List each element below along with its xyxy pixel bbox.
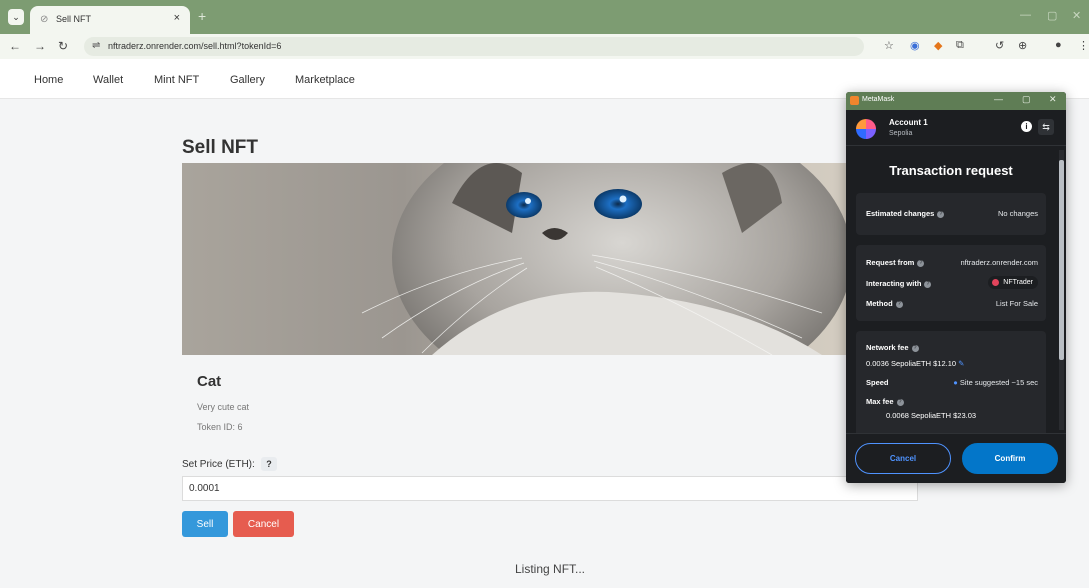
new-tab-icon[interactable]: + bbox=[198, 8, 206, 24]
estimated-changes-box: Estimated changes? No changes bbox=[856, 193, 1046, 235]
account-name: Account 1 bbox=[889, 118, 928, 127]
speed-label: Speed bbox=[866, 378, 889, 387]
nav-gallery[interactable]: Gallery bbox=[230, 74, 265, 86]
globe-icon: ● bbox=[953, 378, 958, 387]
history-icon[interactable]: ↺ bbox=[995, 39, 1004, 52]
settings-toggle-icon[interactable]: ⇆ bbox=[1038, 119, 1054, 135]
nav-home[interactable]: Home bbox=[34, 74, 63, 86]
tab-title: Sell NFT bbox=[56, 14, 92, 24]
fee-details-box: Network fee? 0.0036 SepoliaETH $12.10 ✎ … bbox=[856, 331, 1046, 433]
metamask-cancel-button[interactable]: Cancel bbox=[855, 443, 951, 474]
speed-value: ● Site suggested ~15 sec bbox=[953, 378, 1038, 387]
browser-menu-icon[interactable]: ⋮ bbox=[1078, 39, 1089, 52]
close-window-icon[interactable]: ✕ bbox=[1072, 9, 1081, 22]
nft-token-id: Token ID: 6 bbox=[197, 422, 243, 432]
help-icon[interactable]: ? bbox=[917, 259, 925, 267]
profile-avatar-icon[interactable]: ● bbox=[1055, 39, 1062, 51]
interacting-with-label: Interacting with? bbox=[866, 279, 932, 288]
metamask-fox-icon bbox=[850, 96, 859, 105]
nav-marketplace[interactable]: Marketplace bbox=[295, 74, 355, 86]
help-icon[interactable]: ? bbox=[924, 280, 932, 288]
extensions-icon[interactable]: ⧉ bbox=[956, 39, 964, 52]
address-bar[interactable]: ⇌ nftraderz.onrender.com/sell.html?token… bbox=[84, 37, 864, 56]
metamask-account-header: Account 1 Sepolia i ⇆ bbox=[846, 110, 1066, 146]
forward-icon[interactable]: → bbox=[34, 39, 46, 53]
estimated-changes-value: No changes bbox=[997, 209, 1038, 218]
request-details-box: Request from? nftraderz.onrender.com Int… bbox=[856, 245, 1046, 321]
nft-description: Very cute cat bbox=[197, 402, 250, 412]
help-icon[interactable]: ? bbox=[911, 344, 919, 352]
browser-toolbar: ← → ↻ ⇌ nftraderz.onrender.com/sell.html… bbox=[0, 34, 1089, 59]
nft-image bbox=[182, 163, 918, 355]
mm-minimize-icon[interactable]: — bbox=[994, 94, 1003, 104]
tab-close-icon[interactable]: × bbox=[174, 12, 180, 24]
read-aloud-icon[interactable]: ◉ bbox=[910, 39, 920, 52]
help-icon[interactable]: ? bbox=[896, 398, 904, 406]
bookmark-star-icon[interactable]: ☆ bbox=[884, 39, 894, 52]
downloads-icon[interactable]: ⊕ bbox=[1018, 39, 1027, 52]
metamask-confirm-button[interactable]: Confirm bbox=[962, 443, 1058, 474]
metamask-popup: MetaMask — ▢ ✕ Account 1 Sepolia i ⇆ Tra… bbox=[846, 92, 1066, 483]
url-text: nftraderz.onrender.com/sell.html?tokenId… bbox=[108, 41, 282, 51]
tab-search-icon[interactable]: ⌄ bbox=[8, 9, 24, 25]
mm-close-icon[interactable]: ✕ bbox=[1049, 94, 1057, 105]
max-fee-value: 0.0068 SepoliaETH $23.03 bbox=[886, 411, 977, 420]
method-value: List For Sale bbox=[995, 299, 1038, 308]
transaction-heading: Transaction request bbox=[889, 163, 1013, 178]
minimize-icon[interactable]: — bbox=[1020, 9, 1031, 21]
network-fee-label: Network fee? bbox=[866, 343, 919, 352]
mm-maximize-icon[interactable]: ▢ bbox=[1022, 94, 1031, 105]
help-icon[interactable]: ? bbox=[895, 300, 903, 308]
price-help-button[interactable]: ? bbox=[261, 457, 277, 471]
method-label: Method? bbox=[866, 299, 903, 308]
account-avatar bbox=[856, 119, 876, 139]
price-input[interactable] bbox=[182, 476, 918, 501]
back-icon[interactable]: ← bbox=[9, 39, 21, 53]
site-info-icon[interactable]: ⇌ bbox=[92, 40, 100, 51]
edit-fee-icon[interactable]: ✎ bbox=[958, 359, 964, 368]
listing-status: Listing NFT... bbox=[515, 562, 586, 576]
estimated-changes-label: Estimated changes? bbox=[866, 209, 945, 218]
mm-scrollbar-thumb[interactable] bbox=[1059, 160, 1064, 360]
nav-mint-nft[interactable]: Mint NFT bbox=[154, 74, 199, 86]
nft-name: Cat bbox=[197, 373, 222, 390]
info-icon[interactable]: i bbox=[1021, 121, 1032, 132]
request-from-value: nftraderz.onrender.com bbox=[960, 258, 1038, 267]
tab-favicon-icon: ⊘ bbox=[40, 14, 49, 25]
page-title: Sell NFT bbox=[182, 137, 259, 158]
price-label: Set Price (ETH): bbox=[182, 459, 255, 470]
sell-button[interactable]: Sell bbox=[182, 511, 228, 537]
request-from-label: Request from? bbox=[866, 258, 925, 267]
network-fee-value: 0.0036 SepoliaETH $12.10 ✎ bbox=[866, 359, 965, 368]
max-fee-label: Max fee? bbox=[866, 397, 904, 406]
nav-wallet[interactable]: Wallet bbox=[93, 74, 123, 86]
metamask-window-title: MetaMask bbox=[862, 96, 895, 103]
cancel-button[interactable]: Cancel bbox=[233, 511, 294, 537]
cat-illustration bbox=[361, 163, 852, 355]
help-icon[interactable]: ? bbox=[937, 210, 945, 218]
transaction-details[interactable]: Transaction request Estimated changes? N… bbox=[846, 147, 1066, 433]
contract-pill[interactable]: NFTrader bbox=[988, 276, 1038, 289]
maximize-icon[interactable]: ▢ bbox=[1047, 9, 1057, 22]
browser-tab[interactable]: ⊘ Sell NFT × bbox=[30, 6, 190, 34]
metamask-extension-icon[interactable]: ◆ bbox=[934, 39, 942, 52]
metamask-titlebar: MetaMask — ▢ ✕ bbox=[846, 92, 1066, 110]
browser-tab-strip: ⌄ ⊘ Sell NFT × + — ▢ ✕ bbox=[0, 0, 1089, 34]
network-name: Sepolia bbox=[889, 130, 913, 137]
reload-icon[interactable]: ↻ bbox=[58, 39, 68, 53]
metamask-actions: Cancel Confirm bbox=[846, 433, 1066, 483]
